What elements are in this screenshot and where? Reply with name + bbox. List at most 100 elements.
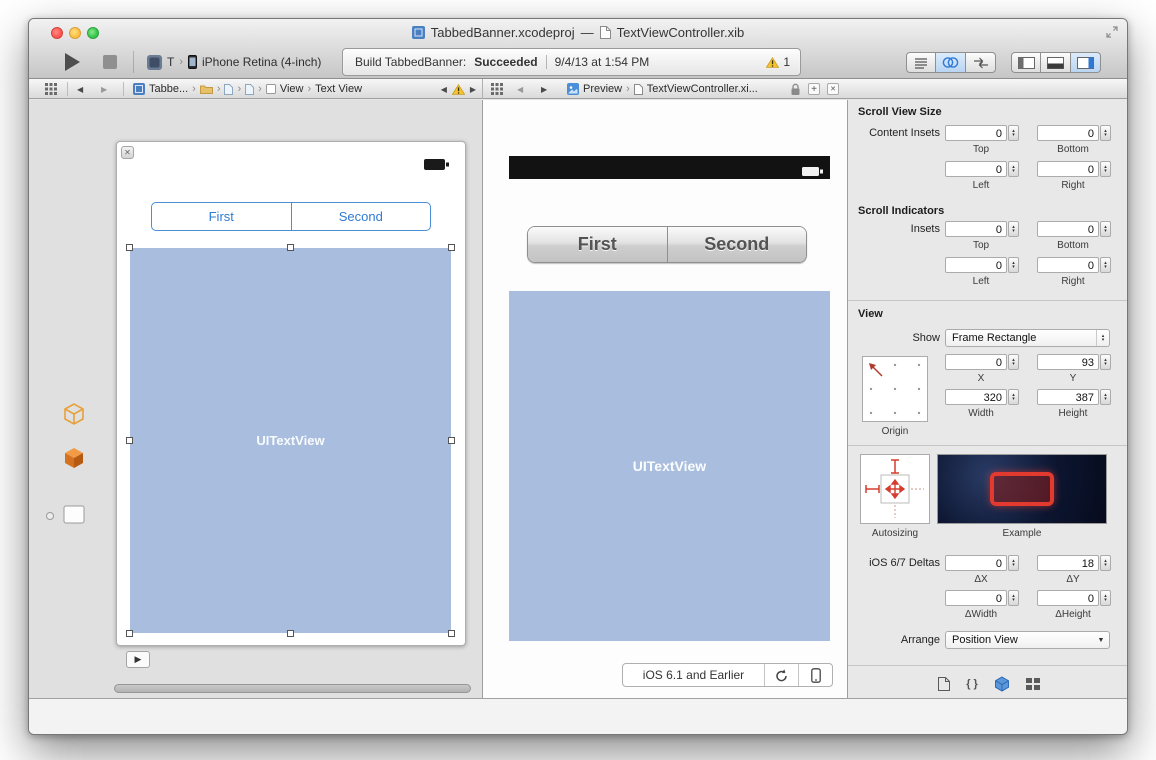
breadcrumb-project[interactable]: Tabbe... <box>149 83 188 95</box>
standard-editor-button[interactable] <box>906 52 936 73</box>
document-crumb-icon[interactable] <box>634 84 643 95</box>
delta-y-stepper[interactable]: ▴▾ <box>1100 555 1111 571</box>
arrange-popup[interactable]: Position View ▼ <box>945 631 1110 649</box>
fullscreen-icon[interactable] <box>1106 26 1118 38</box>
frame-width-field[interactable]: 320 ▴▾ <box>945 389 1019 405</box>
lock-icon[interactable] <box>790 83 801 96</box>
indicator-insets-right-stepper[interactable]: ▴▾ <box>1100 257 1111 273</box>
resize-handle-top-center[interactable] <box>287 244 294 251</box>
segment-first[interactable]: First <box>152 203 292 230</box>
segmented-control[interactable]: First Second <box>151 202 431 231</box>
content-insets-top-stepper[interactable]: ▴▾ <box>1008 125 1019 141</box>
rotate-preview-button[interactable] <box>764 664 798 686</box>
frame-x-value[interactable]: 0 <box>945 354 1007 370</box>
indicator-insets-left-value[interactable]: 0 <box>945 257 1007 273</box>
indicator-insets-bottom-field[interactable]: 0 ▴▾ <box>1037 221 1111 237</box>
toggle-utilities-button[interactable] <box>1071 52 1101 73</box>
code-snippet-library-icon[interactable]: { } <box>966 678 978 690</box>
frame-y-value[interactable]: 93 <box>1037 354 1099 370</box>
related-items-menu[interactable] <box>45 79 57 99</box>
toggle-debug-area-button[interactable] <box>1041 52 1071 73</box>
previous-issue-button[interactable]: ◀ <box>441 85 447 94</box>
related-items-menu[interactable] <box>491 79 503 99</box>
content-insets-right-stepper[interactable]: ▴▾ <box>1100 161 1111 177</box>
uitextview-selected[interactable]: UITextView <box>130 248 451 633</box>
content-insets-top-field[interactable]: 0 ▴▾ <box>945 125 1019 141</box>
frame-x-stepper[interactable]: ▴▾ <box>1008 354 1019 370</box>
resize-handle-top-left[interactable] <box>126 244 133 251</box>
toggle-navigator-button[interactable] <box>1011 52 1041 73</box>
breadcrumb-preview[interactable]: Preview <box>583 83 622 95</box>
history-forward-button[interactable]: ▶ <box>541 79 547 99</box>
history-back-button[interactable]: ◀ <box>77 79 83 99</box>
indicator-insets-right-value[interactable]: 0 <box>1037 257 1099 273</box>
delta-height-field[interactable]: 0 ▴▾ <box>1037 590 1111 606</box>
resize-handle-middle-right[interactable] <box>448 437 455 444</box>
delta-x-value[interactable]: 0 <box>945 555 1007 571</box>
frame-width-value[interactable]: 320 <box>945 389 1007 405</box>
show-popup[interactable]: Frame Rectangle ▴▾ <box>945 329 1110 347</box>
content-insets-right-field[interactable]: 0 ▴▾ <box>1037 161 1111 177</box>
indicator-insets-right-field[interactable]: 0 ▴▾ <box>1037 257 1111 273</box>
project-crumb-icon[interactable] <box>133 83 145 95</box>
autosizing-widget[interactable] <box>860 454 930 524</box>
folder-crumb-icon[interactable] <box>200 84 213 94</box>
stop-button[interactable] <box>103 55 117 69</box>
horizontal-scrollbar[interactable] <box>114 684 471 693</box>
dock-files-owner[interactable] <box>59 399 89 429</box>
preview-os-version-selector[interactable]: iOS 6.1 and Earlier <box>623 664 764 686</box>
frame-height-field[interactable]: 387 ▴▾ <box>1037 389 1111 405</box>
origin-selector-widget[interactable] <box>862 356 928 422</box>
delta-x-stepper[interactable]: ▴▾ <box>1008 555 1019 571</box>
indicator-insets-top-value[interactable]: 0 <box>945 221 1007 237</box>
indicator-insets-top-stepper[interactable]: ▴▾ <box>1008 221 1019 237</box>
breadcrumb-document[interactable]: TextViewController.xi... <box>647 83 758 95</box>
frame-height-stepper[interactable]: ▴▾ <box>1100 389 1111 405</box>
delta-y-field[interactable]: 18 ▴▾ <box>1037 555 1111 571</box>
content-insets-left-field[interactable]: 0 ▴▾ <box>945 161 1019 177</box>
indicator-insets-top-field[interactable]: 0 ▴▾ <box>945 221 1019 237</box>
content-insets-bottom-stepper[interactable]: ▴▾ <box>1100 125 1111 141</box>
preview-crumb-icon[interactable] <box>567 83 579 95</box>
canvas-close-button[interactable]: ✕ <box>121 146 134 159</box>
preview-device-button[interactable] <box>798 664 832 686</box>
dock-first-responder[interactable] <box>59 443 89 473</box>
frame-height-value[interactable]: 387 <box>1037 389 1099 405</box>
delta-width-value[interactable]: 0 <box>945 590 1007 606</box>
breadcrumb-view[interactable]: View <box>280 83 304 95</box>
file-crumb-icon[interactable] <box>245 84 254 95</box>
frame-y-stepper[interactable]: ▴▾ <box>1100 354 1111 370</box>
scheme-selector[interactable]: T › iPhone Retina (4-inch) <box>147 53 321 71</box>
outline-disclosure-dot[interactable] <box>46 512 54 520</box>
delta-width-field[interactable]: 0 ▴▾ <box>945 590 1019 606</box>
indicator-insets-left-field[interactable]: 0 ▴▾ <box>945 257 1019 273</box>
frame-width-stepper[interactable]: ▴▾ <box>1008 389 1019 405</box>
warning-icon[interactable] <box>452 84 465 95</box>
content-insets-bottom-value[interactable]: 0 <box>1037 125 1099 141</box>
content-insets-bottom-field[interactable]: 0 ▴▾ <box>1037 125 1111 141</box>
add-assistant-editor-button[interactable]: + <box>808 83 820 95</box>
content-insets-right-value[interactable]: 0 <box>1037 161 1099 177</box>
media-library-icon[interactable] <box>1026 678 1040 690</box>
file-crumb-icon[interactable] <box>224 84 233 95</box>
file-template-library-icon[interactable] <box>938 677 950 691</box>
resize-handle-bottom-right[interactable] <box>448 630 455 637</box>
show-document-outline-button[interactable]: ▶ <box>126 651 150 668</box>
resize-handle-bottom-left[interactable] <box>126 630 133 637</box>
delta-y-value[interactable]: 18 <box>1037 555 1099 571</box>
indicator-insets-left-stepper[interactable]: ▴▾ <box>1008 257 1019 273</box>
dock-view-object[interactable] <box>59 499 89 529</box>
next-issue-button[interactable]: ▶ <box>470 85 476 94</box>
designed-view-window[interactable]: ✕ First Second UITextView <box>116 141 466 646</box>
object-library-icon[interactable] <box>994 676 1010 692</box>
indicator-insets-bottom-value[interactable]: 0 <box>1037 221 1099 237</box>
delta-height-value[interactable]: 0 <box>1037 590 1099 606</box>
segment-second[interactable]: Second <box>292 203 431 230</box>
delta-width-stepper[interactable]: ▴▾ <box>1008 590 1019 606</box>
resize-handle-bottom-center[interactable] <box>287 630 294 637</box>
resize-handle-top-right[interactable] <box>448 244 455 251</box>
content-insets-left-value[interactable]: 0 <box>945 161 1007 177</box>
breadcrumb-text-view[interactable]: Text View <box>315 83 362 95</box>
frame-y-field[interactable]: 93 ▴▾ <box>1037 354 1111 370</box>
view-crumb-icon[interactable] <box>266 84 276 94</box>
